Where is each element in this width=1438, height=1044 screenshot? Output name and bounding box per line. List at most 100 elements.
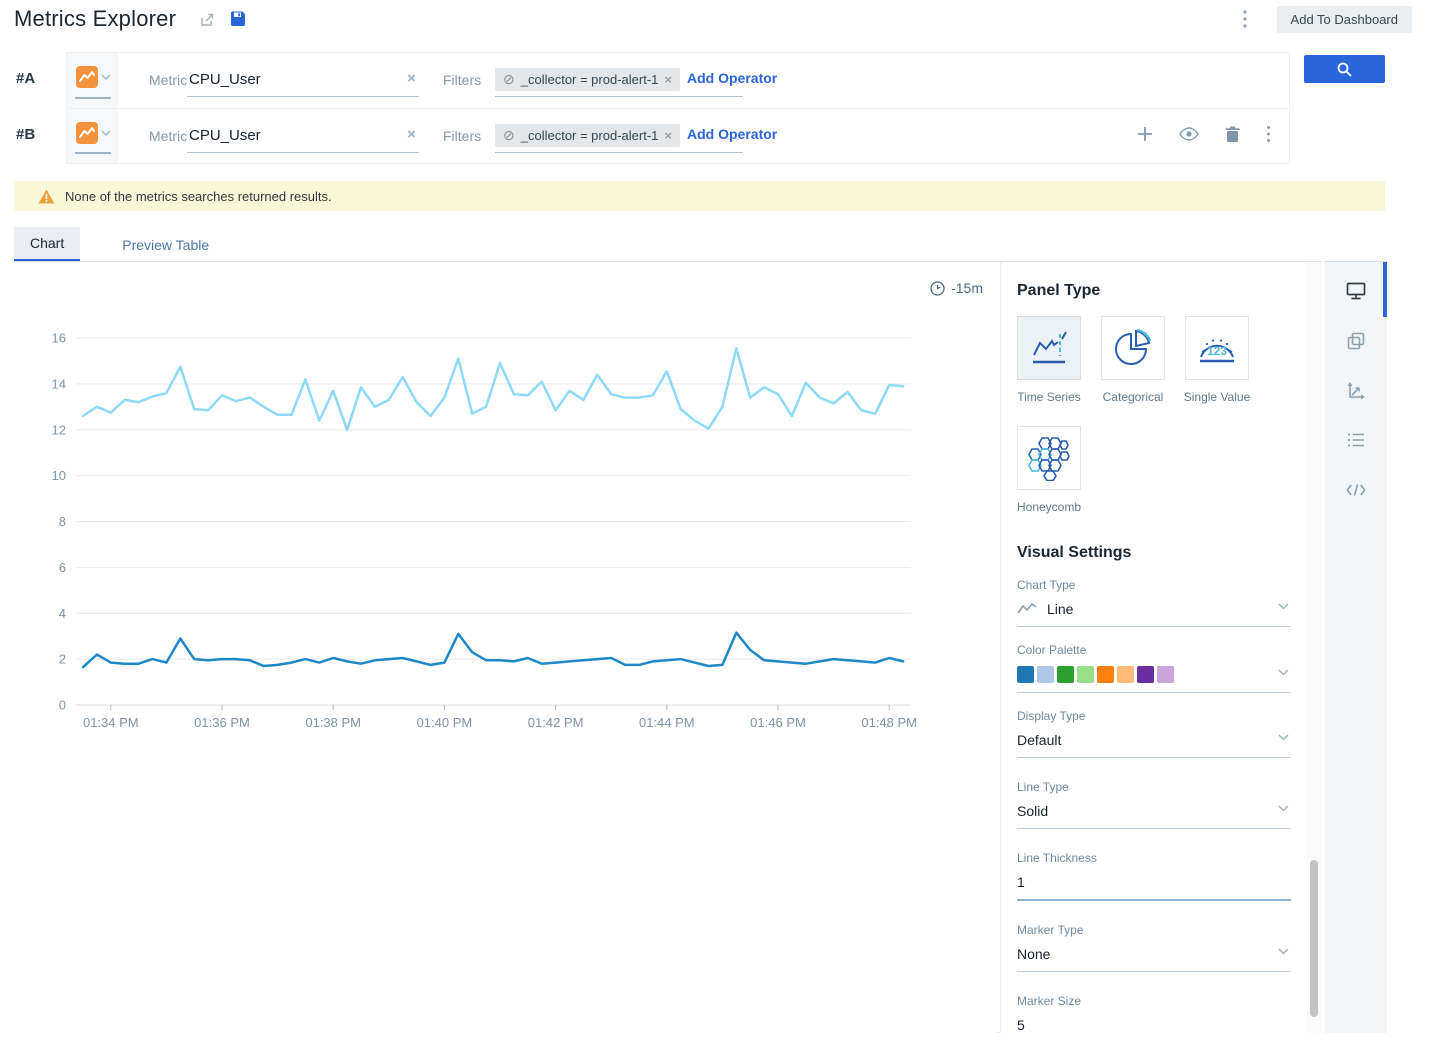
field-line-thickness: Line Thickness 1 — [1017, 851, 1291, 901]
overlay-tool[interactable] — [1325, 316, 1387, 366]
filter-chip-text: _collector = prod-alert-1 — [521, 72, 659, 87]
marker-size-input[interactable]: 5 — [1017, 1008, 1291, 1033]
svg-text:01:42 PM: 01:42 PM — [528, 715, 584, 730]
query-row-a: Metric CPU_User × Filters ⊘ _collector =… — [67, 53, 1289, 108]
tab-chart[interactable]: Chart — [14, 227, 80, 262]
field-color-palette: Color Palette — [1017, 643, 1291, 693]
color-palette-swatches — [1017, 666, 1174, 683]
filter-chip[interactable]: ⊘ _collector = prod-alert-1 × — [495, 68, 680, 91]
visual-settings-title: Visual Settings — [1017, 544, 1291, 562]
svg-text:01:36 PM: 01:36 PM — [194, 715, 250, 730]
svg-text:10: 10 — [52, 468, 66, 483]
field-chart-type: Chart Type Line — [1017, 578, 1291, 627]
remove-filter-icon[interactable]: × — [664, 72, 672, 87]
chevron-down-icon — [1278, 799, 1289, 817]
filter-chip[interactable]: ⊘ _collector = prod-alert-1 × — [495, 124, 680, 147]
filters-label: Filters — [443, 128, 481, 144]
tab-preview-table[interactable]: Preview Table — [106, 227, 225, 262]
field-marker-size: Marker Size 5 — [1017, 994, 1291, 1033]
header-kebab-icon[interactable] — [1242, 9, 1248, 34]
scrollbar-thumb[interactable] — [1310, 860, 1318, 1017]
query-builder: #A #B Metric CPU_User × Filters — [0, 50, 1438, 172]
display-settings-tool[interactable] — [1325, 266, 1387, 316]
settings-panel: Panel Type Time Series — [1000, 262, 1307, 1033]
time-series-icon — [1027, 326, 1071, 370]
chevron-down-icon — [1278, 942, 1289, 960]
svg-text:14: 14 — [52, 376, 66, 391]
categorical-pie-icon — [1111, 326, 1155, 370]
row-tools — [1137, 125, 1271, 143]
chart-panel: -15m 024681012141601:34 PM01:36 PM01:38 … — [14, 261, 1321, 1033]
svg-text:8: 8 — [59, 514, 66, 529]
delete-trash-icon[interactable] — [1225, 126, 1240, 143]
color-palette-select[interactable] — [1017, 657, 1291, 693]
header-bar: Metrics Explorer Add To Dashboard — [0, 0, 1438, 42]
field-display-type: Display Type Default — [1017, 709, 1291, 758]
query-row-id-a: #A — [16, 70, 56, 87]
timeseries-chart[interactable]: 024681012141601:34 PM01:36 PM01:38 PM01:… — [14, 262, 997, 762]
line-type-select[interactable]: Solid — [1017, 794, 1291, 829]
panel-type-single-value[interactable]: 123 — [1185, 316, 1249, 380]
chevron-down-icon — [1278, 663, 1289, 681]
axes-tool[interactable] — [1325, 366, 1387, 416]
remove-filter-icon[interactable]: × — [664, 128, 672, 143]
query-code-tool[interactable] — [1325, 465, 1387, 515]
query-row-b: Metric CPU_User × Filters ⊘ _collector =… — [67, 108, 1289, 163]
warning-icon — [38, 189, 55, 204]
search-button[interactable] — [1304, 55, 1385, 83]
add-row-icon[interactable] — [1137, 126, 1153, 142]
query-rows-card: Metric CPU_User × Filters ⊘ _collector =… — [66, 52, 1290, 164]
field-line-type: Line Type Solid — [1017, 780, 1291, 829]
add-operator-link[interactable]: Add Operator — [687, 126, 777, 142]
panel-type-honeycomb[interactable] — [1017, 426, 1081, 490]
panel-type-label: Time Series — [1017, 390, 1081, 404]
svg-text:0: 0 — [59, 698, 66, 713]
legend-list-tool[interactable] — [1325, 415, 1387, 465]
exclude-filter-icon: ⊘ — [503, 71, 515, 88]
visibility-eye-icon[interactable] — [1179, 127, 1199, 141]
list-icon — [1347, 432, 1365, 448]
chart-axes-icon — [1347, 382, 1365, 400]
metric-input[interactable]: CPU_User — [189, 127, 261, 144]
svg-text:6: 6 — [59, 560, 66, 575]
chart-type-select[interactable]: Line — [1017, 592, 1291, 627]
chevron-down-icon — [101, 123, 111, 141]
metric-type-selector[interactable] — [67, 109, 118, 163]
add-to-dashboard-button[interactable]: Add To Dashboard — [1277, 6, 1412, 33]
side-toolbar — [1325, 261, 1387, 1033]
panel-type-label: Single Value — [1184, 390, 1251, 404]
clear-metric-icon[interactable]: × — [407, 126, 416, 143]
filters-label: Filters — [443, 72, 481, 88]
panel-type-time-series[interactable] — [1017, 316, 1081, 380]
metric-chart-icon — [76, 66, 98, 88]
metric-label: Metric — [149, 128, 187, 144]
metric-type-underline — [75, 97, 111, 99]
honeycomb-icon — [1026, 435, 1072, 481]
chevron-down-icon — [1278, 597, 1289, 615]
warning-text: None of the metrics searches returned re… — [65, 189, 332, 204]
clear-metric-icon[interactable]: × — [407, 70, 416, 87]
panel-type-options: Time Series Categorical — [1017, 316, 1291, 404]
svg-text:4: 4 — [59, 606, 66, 621]
panel-type-title: Panel Type — [1017, 282, 1291, 300]
marker-type-select[interactable]: None — [1017, 937, 1291, 972]
svg-text:01:48 PM: 01:48 PM — [861, 715, 917, 730]
display-type-select[interactable]: Default — [1017, 723, 1291, 758]
metric-type-underline — [75, 152, 111, 154]
code-icon — [1346, 483, 1366, 497]
row-kebab-icon[interactable] — [1266, 125, 1271, 143]
add-operator-link[interactable]: Add Operator — [687, 70, 777, 86]
field-marker-type: Marker Type None — [1017, 923, 1291, 972]
exclude-filter-icon: ⊘ — [503, 127, 515, 144]
settings-scrollbar — [1307, 262, 1321, 1033]
line-thickness-input[interactable]: 1 — [1017, 865, 1291, 901]
panel-type-label: Honeycomb — [1017, 500, 1081, 514]
metric-type-selector[interactable] — [67, 53, 118, 108]
panel-type-categorical[interactable] — [1101, 316, 1165, 380]
save-icon[interactable] — [230, 11, 246, 32]
svg-text:2: 2 — [59, 652, 66, 667]
metric-input[interactable]: CPU_User — [189, 71, 261, 88]
svg-text:01:44 PM: 01:44 PM — [639, 715, 695, 730]
svg-text:01:46 PM: 01:46 PM — [750, 715, 806, 730]
share-icon[interactable] — [198, 11, 216, 34]
